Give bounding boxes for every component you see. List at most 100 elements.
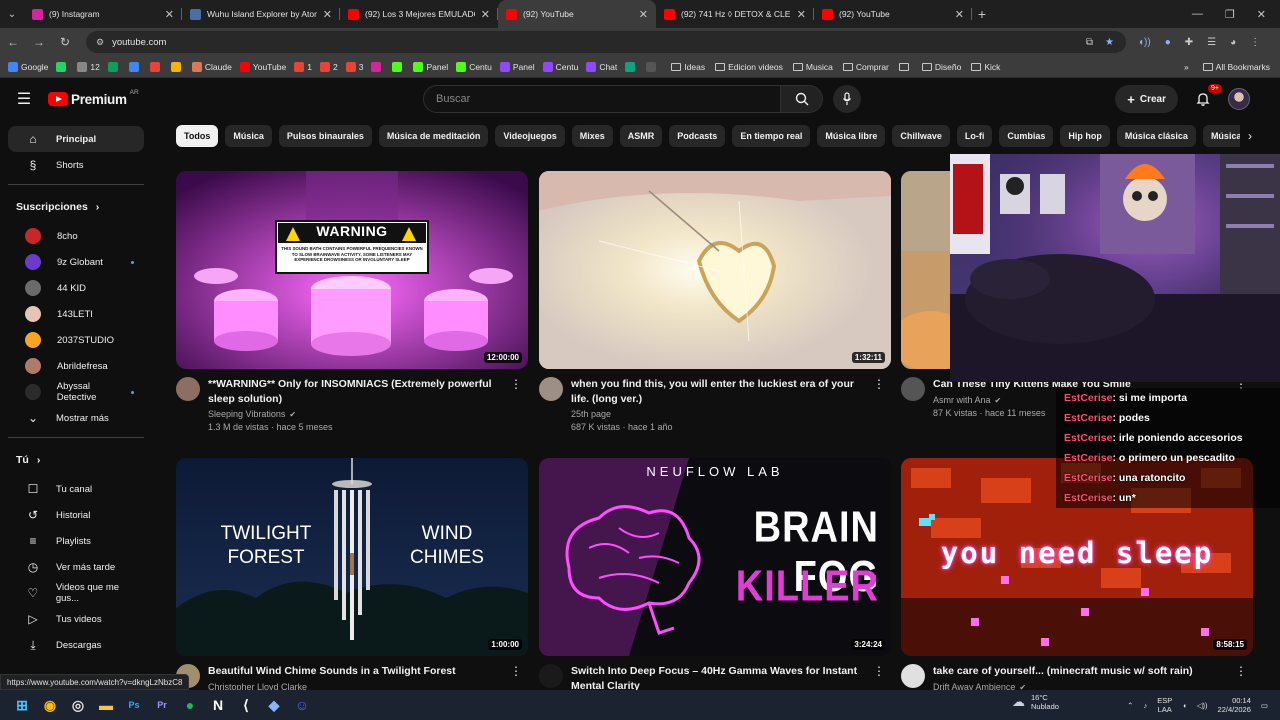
photoshop-icon[interactable]: Ps (121, 692, 147, 718)
filter-chip[interactable]: Pulsos binaurales (278, 125, 372, 147)
subscription-item[interactable]: Abrildefresa (8, 353, 144, 379)
windows-start-icon[interactable]: ⊞ (9, 692, 35, 718)
video-card[interactable]: WARNING THIS SOUND BATH CONTAINS POWERFU… (176, 171, 528, 432)
file-explorer-icon[interactable]: ▬ (93, 692, 119, 718)
filter-chip[interactable]: Lo-fi (956, 125, 993, 147)
bookmark-folder[interactable]: Diseño (921, 62, 961, 72)
notion-icon[interactable]: N (205, 692, 231, 718)
subscription-item[interactable]: 9z Globant (8, 249, 144, 275)
bookmark-item[interactable]: Claude (191, 61, 232, 72)
bookmark-folder[interactable]: Ideas (671, 62, 705, 72)
sidebar-item-shorts[interactable]: § Shorts (8, 152, 144, 178)
you-header[interactable]: Tú › (0, 444, 156, 476)
browser-tab[interactable]: Wuhu Island Explorer by Atom ✕ (182, 0, 340, 28)
filter-chip[interactable]: Música clásica (1116, 125, 1196, 147)
channel-avatar[interactable] (539, 664, 563, 688)
extension-audio-icon[interactable]: ◖)) (1138, 37, 1151, 48)
channel-name[interactable]: 25th page (571, 409, 871, 419)
tab-strip-icon[interactable]: ☰ (1207, 37, 1216, 48)
more-actions-icon[interactable]: ⋮ (510, 664, 522, 678)
sidebar-item-principal[interactable]: ⌂ Principal (8, 126, 144, 152)
video-title[interactable]: Switch Into Deep Focus – 40Hz Gamma Wave… (571, 664, 871, 693)
bookmark-item[interactable]: 12 (77, 61, 100, 72)
video-thumbnail[interactable]: 1:32:11 (539, 171, 891, 369)
extension-icon[interactable]: ● (1165, 37, 1171, 48)
bookmark-item[interactable]: 3 (345, 61, 363, 72)
chips-next-icon[interactable]: › (1240, 125, 1260, 147)
bookmark-folder[interactable]: Musica (792, 62, 833, 72)
more-actions-icon[interactable]: ⋮ (873, 377, 885, 391)
search-input[interactable]: Buscar (423, 85, 781, 113)
account-avatar[interactable] (1228, 88, 1250, 110)
video-title[interactable]: Beautiful Wind Chime Sounds in a Twiligh… (208, 664, 508, 679)
sidebar-item-you[interactable]: ↺ Historial (8, 502, 144, 528)
video-thumbnail[interactable]: TWILIGHT FOREST WIND CHIMES 1:00:00 (176, 458, 528, 656)
sidebar-item-you[interactable]: ◷ Ver más tarde (8, 554, 144, 580)
filter-chip[interactable]: Música de meditación (378, 125, 489, 147)
video-thumbnail[interactable]: WARNING THIS SOUND BATH CONTAINS POWERFU… (176, 171, 528, 369)
discord-icon[interactable]: ☺ (289, 692, 315, 718)
tab-close-icon[interactable]: ✕ (639, 8, 648, 21)
close-window-icon[interactable]: ✕ (1257, 8, 1266, 21)
minimize-icon[interactable]: — (1192, 8, 1203, 21)
install-app-icon[interactable]: ⧉ (1086, 37, 1093, 48)
filter-chip[interactable]: Música (225, 125, 272, 147)
menu-hamburger-icon[interactable]: ☰ (0, 89, 48, 109)
app-icon[interactable]: ◆ (261, 692, 287, 718)
bookmark-folder[interactable]: Kick (971, 62, 1000, 72)
tray-overflow-icon[interactable]: ⌃ (1127, 701, 1133, 710)
bookmark-item[interactable] (371, 61, 384, 72)
network-icon[interactable]: ◖ (1182, 701, 1187, 710)
bookmark-item[interactable] (646, 61, 659, 72)
bookmark-folder[interactable]: Edicion videos (715, 62, 783, 72)
filter-chip[interactable]: Música libre (817, 125, 886, 147)
browser-tab[interactable]: (92) 741 Hz ◊ DETOX & CLE ✕ (656, 0, 814, 28)
chrome-icon[interactable]: ◉ (37, 692, 63, 718)
bookmark-item[interactable] (107, 61, 121, 72)
video-card[interactable]: NEUFLOW LAB BRAIN FOG KILLER 3:24:24 Switc… (539, 458, 891, 696)
filter-chip[interactable]: Videojuegos (495, 125, 565, 147)
address-bar[interactable]: ⚙ youtube.com ⧉ ★ (86, 31, 1126, 53)
filter-chip[interactable]: Chillwave (892, 125, 950, 147)
more-actions-icon[interactable]: ⋮ (510, 377, 522, 391)
bookmark-item[interactable] (625, 61, 638, 72)
bookmarks-overflow-icon[interactable]: » (1184, 62, 1189, 72)
subscription-item[interactable]: 8cho (8, 223, 144, 249)
sidebar-item-you[interactable]: ▷ Tus videos (8, 606, 144, 632)
filter-chip[interactable]: Mixes (571, 125, 613, 147)
browser-tab[interactable]: (92) YouTube ✕ (498, 0, 656, 28)
notifications-button[interactable]: 9+ (1192, 84, 1222, 110)
filter-chip[interactable]: ASMR (619, 125, 663, 147)
premiere-icon[interactable]: Pr (149, 692, 175, 718)
bookmark-item[interactable]: Panel (499, 61, 535, 72)
filter-chip[interactable]: Hip hop (1060, 125, 1110, 147)
sidebar-item-you[interactable]: ♡ Videos que me gus... (8, 580, 144, 606)
notification-center-icon[interactable]: ▭ (1261, 701, 1268, 710)
volume-icon[interactable]: ◁)) (1197, 701, 1208, 710)
browser-tab[interactable]: (92) YouTube ✕ (814, 0, 972, 28)
capcut-icon[interactable]: ⟨ (233, 692, 259, 718)
sidebar-item-you[interactable]: ☐ Tu canal (8, 476, 144, 502)
filter-chip[interactable]: Podcasts (669, 125, 726, 147)
channel-avatar[interactable] (539, 377, 563, 401)
subscription-item[interactable]: 44 KID (8, 275, 144, 301)
reload-icon[interactable]: ↻ (52, 35, 78, 49)
voice-search-button[interactable] (833, 85, 861, 113)
bookmark-item[interactable]: 2 (319, 61, 338, 72)
channel-name[interactable]: Sleeping Vibrations ✔ (208, 409, 508, 419)
channel-avatar[interactable] (901, 377, 925, 401)
more-actions-icon[interactable]: ⋮ (873, 664, 885, 678)
subscription-item[interactable]: 2037STUDIO (8, 327, 144, 353)
filter-chip[interactable]: Cumbias (999, 125, 1054, 147)
tab-close-icon[interactable]: ✕ (165, 8, 174, 21)
bookmark-item[interactable] (170, 61, 184, 72)
subscription-item[interactable]: Abyssal Detective (8, 379, 144, 405)
bookmark-item[interactable] (392, 61, 405, 72)
video-title[interactable]: when you find this, you will enter the l… (571, 377, 871, 406)
language-indicator[interactable]: ESP LAA (1157, 696, 1172, 714)
bookmark-item[interactable] (128, 61, 142, 72)
filter-chip[interactable]: En tiempo real (732, 125, 811, 147)
video-title[interactable]: take care of yourself... (minecraft musi… (933, 664, 1233, 679)
weather-widget[interactable]: ☁ 16°C Nublado (1012, 693, 1059, 711)
mic-tray-icon[interactable]: ♪ (1143, 701, 1147, 710)
